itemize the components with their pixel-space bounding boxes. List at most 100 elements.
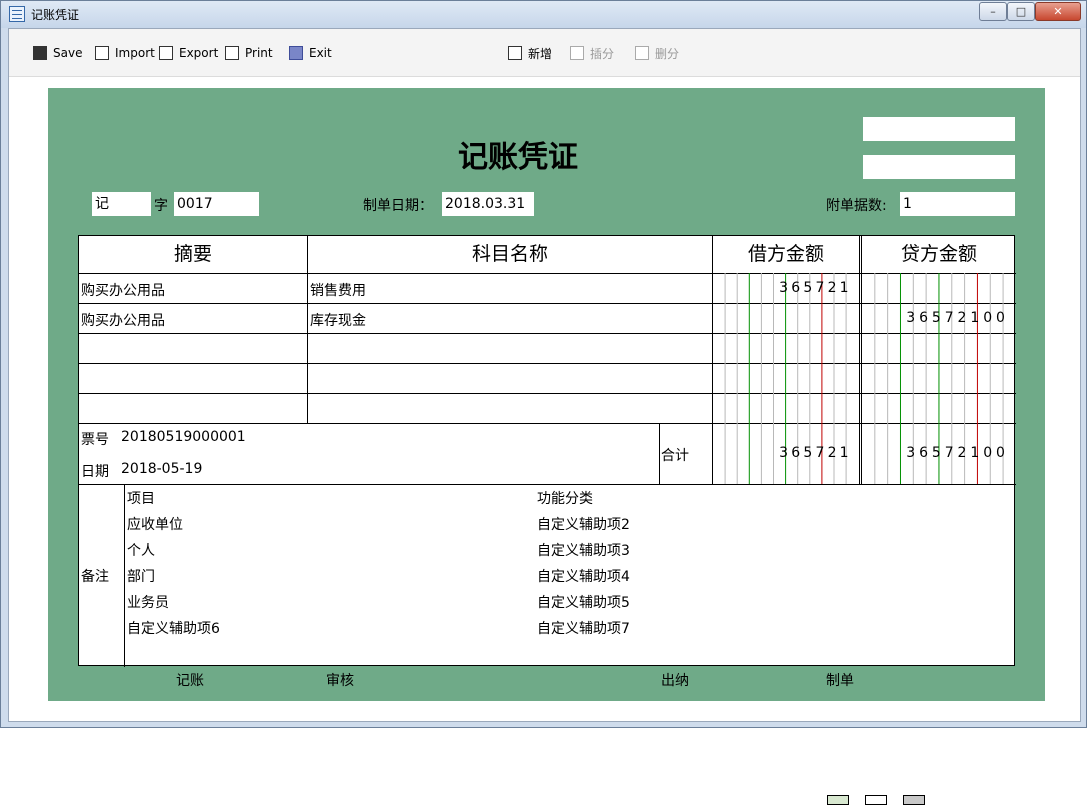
new-label: 新增 [528,46,553,61]
sig-cashier: 出纳 [661,673,689,689]
calculator-icon[interactable] [827,795,849,805]
sig-preparer: 制单 [826,673,854,689]
print-preview-icon [225,46,239,60]
amount-digit: 5 [803,445,813,461]
voucher-panel: 记账凭证 记 字 0017 制单日期： 2018.03.31 附单据数: 1 摘… [48,88,1045,805]
insert-label: 插分 [590,46,615,61]
app-window: 记账凭证 – □ ✕ Save Import Export Print Exit… [0,0,1087,805]
footer-date-label: 日期 [81,464,109,480]
export-button[interactable]: Export [159,43,218,63]
note-receivable-unit: 应收单位 [127,517,183,533]
insert-line-button[interactable]: 插分 [570,43,614,63]
new-entry-button[interactable]: 新增 [508,43,552,63]
ticket-number[interactable]: 20180519000001 [121,429,246,445]
note-project: 项目 [127,491,155,507]
client-area: Save Import Export Print Exit 新增 插分 删分 记… [8,28,1081,805]
voucher-date-field[interactable]: 2018.03.31 [442,192,534,216]
amount-digit: 6 [791,280,801,296]
voucher-number-field[interactable]: 0017 [174,192,259,216]
save-button[interactable]: Save [33,43,82,63]
minimize-button[interactable]: – [979,2,1007,21]
notes-label: 备注 [81,569,109,585]
note-custom-2: 自定义辅助项2 [537,517,630,533]
total-label: 合计 [661,448,689,464]
print-button[interactable]: Print [225,43,273,63]
maximize-button[interactable]: □ [1007,2,1035,21]
amount-digit: 3 [906,445,916,461]
keyboard-icon[interactable] [865,795,887,805]
exit-button[interactable]: Exit [289,43,332,63]
row1-summary[interactable]: 购买办公用品 [81,280,165,300]
note-salesperson: 业务员 [127,595,169,611]
amount-digit: 2 [827,280,837,296]
amount-digit: 1 [839,445,849,461]
amount-digit: 6 [919,310,928,326]
exit-label: Exit [309,46,332,60]
close-button[interactable]: ✕ [1035,2,1081,21]
date-label: 制单日期： [363,198,433,214]
note-custom-7: 自定义辅助项7 [537,621,630,637]
note-custom-6: 自定义辅助项6 [127,621,220,637]
amount-digit: 7 [944,445,954,461]
table-icon [9,6,25,22]
toolbar: Save Import Export Print Exit 新增 插分 删分 [9,29,1080,77]
note-individual: 个人 [127,543,155,559]
new-document-icon [508,46,522,60]
voucher-type-field[interactable]: 记 [92,192,151,216]
amount-digit: 1 [839,280,849,296]
amount-digit: 2 [957,445,967,461]
row2-account[interactable]: 库存现金 [310,310,366,330]
attachments-label: 附单据数: [826,198,887,214]
header-account: 科目名称 [471,243,548,265]
delete-line-button[interactable]: 删分 [635,43,679,63]
note-function-category: 功能分类 [537,491,593,507]
insert-row-icon [570,46,584,60]
header-debit: 借方金额 [747,243,824,265]
entry-grid: 摘要 科目名称 借方金额 贷方金额 购买办公用品 销售费用 365721 购买办… [78,235,1016,805]
amount-digit: 0 [996,445,1005,461]
amount-digit: 1 [970,445,980,461]
delete-label: 删分 [655,46,680,61]
row1-account[interactable]: 销售费用 [310,280,366,300]
amount-digit: 3 [906,310,916,326]
header-summary: 摘要 [173,243,212,265]
row2-summary[interactable]: 购买办公用品 [81,310,165,330]
sig-review: 审核 [326,673,354,689]
amount-digit: 3 [779,280,789,296]
top-right-box-1[interactable] [863,117,1015,141]
footer-date[interactable]: 2018-05-19 [121,461,202,477]
amount-digit: 5 [803,280,813,296]
export-label: Export [179,46,219,60]
note-custom-3: 自定义辅助项3 [537,543,630,559]
sig-bookkeeping: 记账 [176,673,204,689]
amount-digit: 6 [791,445,801,461]
amount-digit: 0 [983,445,993,461]
import-label: Import [115,46,155,60]
note-custom-4: 自定义辅助项4 [537,569,630,585]
amount-digit: 0 [996,310,1005,326]
amount-digit: 5 [931,310,941,326]
floppy-disk-icon [33,46,47,60]
amount-digit: 2 [827,445,837,461]
import-icon [95,46,109,60]
note-custom-5: 自定义辅助项5 [537,595,630,611]
tools-icon[interactable] [903,795,925,805]
attachments-field[interactable]: 1 [900,192,1015,216]
amount-digit: 3 [779,445,789,461]
top-right-box-2[interactable] [863,155,1015,179]
save-label: Save [53,46,83,60]
export-icon [159,46,173,60]
amount-digit: 1 [970,310,980,326]
exit-door-icon [289,46,303,60]
amount-digit: 7 [815,280,825,296]
window-title: 记账凭证 [31,8,80,22]
amount-digit: 7 [815,445,825,461]
note-department: 部门 [127,569,155,585]
import-button[interactable]: Import [95,43,155,63]
header-credit: 贷方金额 [900,243,977,265]
amount-digit: 7 [944,310,954,326]
title-bar[interactable]: 记账凭证 – □ ✕ [1,1,1086,28]
voucher-title: 记账凭证 [458,140,578,175]
amount-digit: 2 [957,310,967,326]
amount-digit: 6 [919,445,928,461]
